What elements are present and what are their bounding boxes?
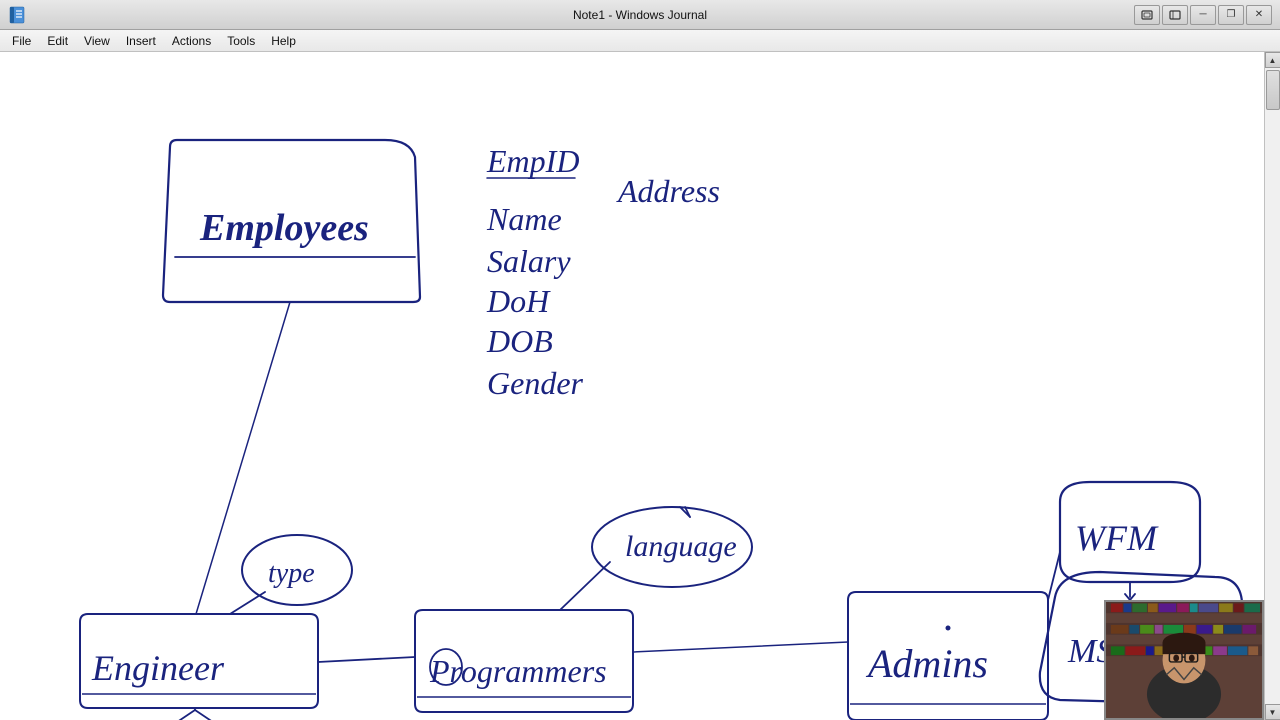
webcam-overlay <box>1104 600 1264 720</box>
svg-text:Gender: Gender <box>487 365 584 401</box>
svg-text:language: language <box>625 530 737 563</box>
close-button[interactable]: ✕ <box>1246 5 1272 25</box>
svg-text:Admins: Admins <box>865 641 988 686</box>
svg-text:WFM: WFM <box>1075 518 1159 558</box>
svg-text:Salary: Salary <box>487 243 571 279</box>
menu-tools[interactable]: Tools <box>219 32 263 50</box>
extra-control-1[interactable] <box>1134 5 1160 25</box>
webcam-content <box>1106 602 1262 718</box>
svg-text:DOB: DOB <box>486 323 553 359</box>
window-controls[interactable]: ─ ❐ ✕ <box>1134 5 1272 25</box>
extra-control-2[interactable] <box>1162 5 1188 25</box>
svg-text:Programmers: Programmers <box>429 653 607 689</box>
scroll-down-button[interactable]: ▼ <box>1265 704 1280 720</box>
svg-text:Name: Name <box>486 201 562 237</box>
close-icon: ✕ <box>1255 9 1263 20</box>
svg-text:Address: Address <box>616 173 720 209</box>
menu-view[interactable]: View <box>76 32 118 50</box>
title-bar-left <box>8 6 26 24</box>
minimize-icon: ─ <box>1199 9 1206 20</box>
title-bar: Note1 - Windows Journal ─ ❐ ✕ <box>0 0 1280 30</box>
handwriting-canvas: Employees EmpID Address Name Salary DoH … <box>0 52 1264 720</box>
vertical-scrollbar[interactable]: ▲ ▼ <box>1264 52 1280 720</box>
menu-help[interactable]: Help <box>263 32 304 50</box>
scroll-up-button[interactable]: ▲ <box>1265 52 1280 68</box>
app-icon <box>8 6 26 24</box>
menu-actions[interactable]: Actions <box>164 32 219 50</box>
restore-button[interactable]: ❐ <box>1218 5 1244 25</box>
svg-text:EmpID: EmpID <box>486 143 579 179</box>
svg-text:Engineer: Engineer <box>91 648 225 688</box>
minimize-button[interactable]: ─ <box>1190 5 1216 25</box>
main-area: Employees EmpID Address Name Salary DoH … <box>0 52 1280 720</box>
window-title: Note1 - Windows Journal <box>573 8 707 22</box>
scroll-thumb[interactable] <box>1266 70 1280 110</box>
svg-text:DoH: DoH <box>486 283 551 319</box>
restore-icon: ❐ <box>1227 9 1236 20</box>
menu-file[interactable]: File <box>4 32 39 50</box>
menu-edit[interactable]: Edit <box>39 32 76 50</box>
svg-text:Employees: Employees <box>199 207 369 249</box>
menu-insert[interactable]: Insert <box>118 32 164 50</box>
svg-text:type: type <box>268 558 315 589</box>
menu-bar: File Edit View Insert Actions Tools Help <box>0 30 1280 52</box>
journal-canvas[interactable]: Employees EmpID Address Name Salary DoH … <box>0 52 1264 720</box>
